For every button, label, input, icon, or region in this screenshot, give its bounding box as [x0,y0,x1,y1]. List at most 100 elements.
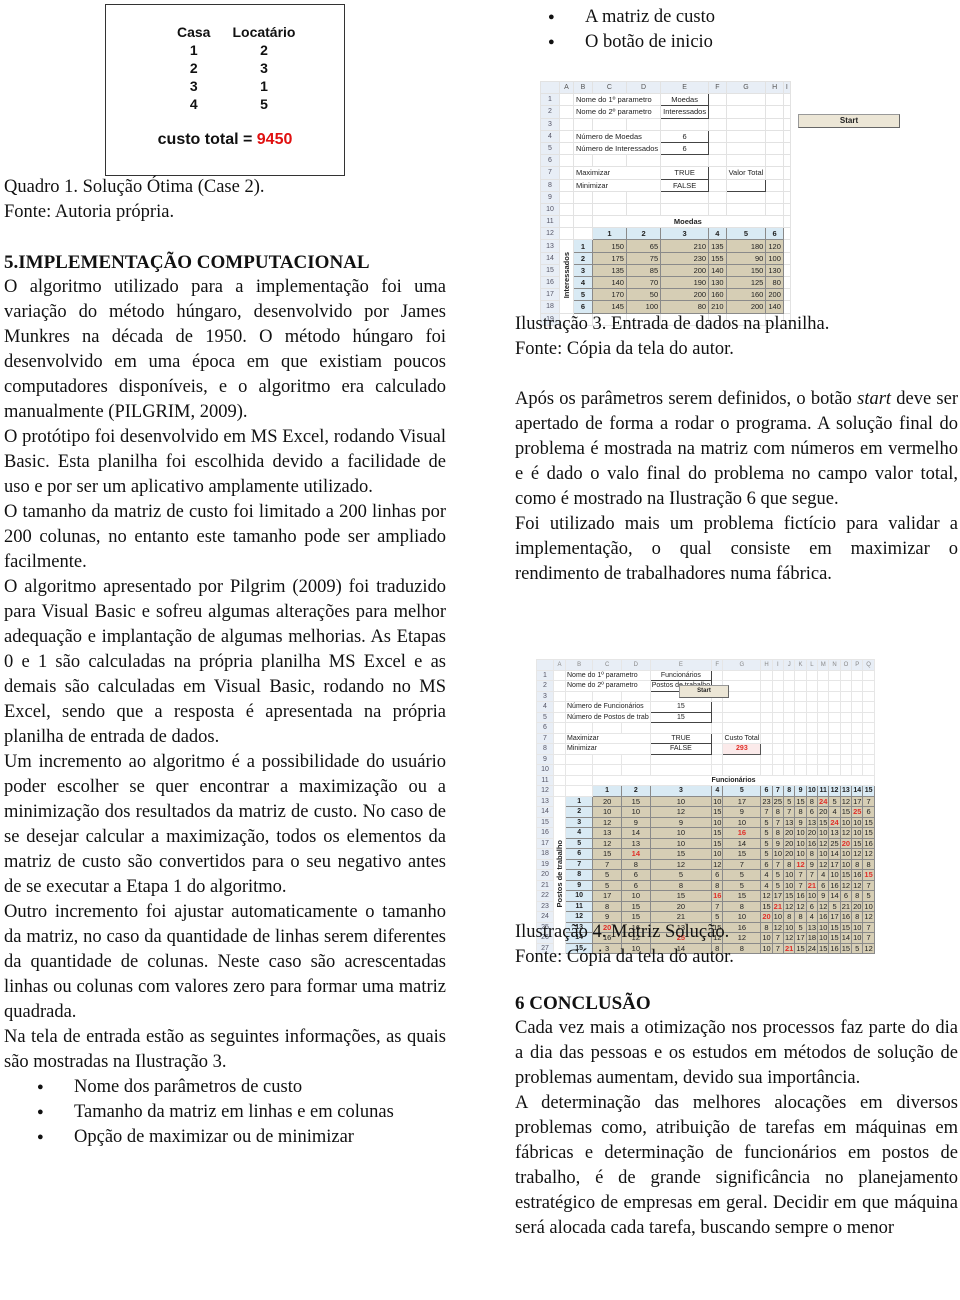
matrix-cell[interactable]: 20 [783,848,796,860]
row-header[interactable]: 14 [540,251,560,265]
cell[interactable] [817,753,830,765]
matrix-cell[interactable]: 5 [783,795,796,807]
matrix-cell[interactable]: 8 [649,879,713,891]
cell[interactable] [862,753,875,765]
cell[interactable] [782,166,791,180]
matrix-cell[interactable]: 5 [722,869,762,881]
matrix-cell[interactable]: 7 [760,806,773,818]
select-all-corner[interactable] [536,659,554,671]
cell[interactable] [722,753,762,765]
cell[interactable] [760,753,773,765]
row-header[interactable]: 16 [540,275,560,290]
matrix-cell[interactable]: 15 [722,848,762,860]
matrix-cell-selected[interactable]: 15 [862,869,875,881]
count2-value[interactable]: 15 [649,711,713,723]
matrix-cell[interactable]: 15 [839,869,853,881]
matrix-cell[interactable]: 9 [805,858,819,870]
row-header[interactable]: 3 [540,117,560,131]
cell[interactable] [851,743,864,755]
matrix-cell[interactable]: 7 [805,869,819,881]
cell[interactable] [765,141,784,156]
matrix-cell[interactable]: 20 [783,837,796,849]
row-header[interactable]: 9 [540,190,560,204]
matrix-cell[interactable]: 6 [620,879,651,891]
cell[interactable] [839,722,853,734]
cell[interactable] [862,764,875,776]
matrix-cell[interactable]: 6 [862,806,875,818]
row-header[interactable]: 7 [536,732,554,744]
matrix-cell[interactable]: 10 [817,848,830,860]
count2-value[interactable]: 6 [660,141,710,156]
matrix-cell[interactable]: 100 [765,251,784,265]
matrix-cell[interactable]: 12 [817,900,830,912]
matrix-cell[interactable]: 10 [862,900,875,912]
cell[interactable] [592,722,622,734]
matrix-cell[interactable]: 13 [783,816,796,828]
matrix-cell[interactable]: 15 [722,890,762,902]
column-header[interactable]: P [851,659,864,671]
row-header[interactable]: 4 [540,129,560,143]
cell[interactable] [805,669,819,681]
matrix-cell[interactable]: 135 [708,239,727,253]
cell[interactable] [564,774,594,786]
row-header[interactable]: 8 [536,743,554,755]
cell[interactable] [794,743,807,755]
matrix-cell[interactable]: 7 [771,816,785,828]
cell[interactable] [553,774,566,786]
matrix-cell[interactable]: 5 [722,879,762,891]
column-header[interactable]: Q [862,659,875,671]
matrix-cell[interactable]: 80 [765,275,784,290]
matrix-cell[interactable]: 5 [760,816,773,828]
cell[interactable] [839,669,853,681]
matrix-cell[interactable]: 130 [708,275,727,290]
matrix-cell[interactable]: 17 [828,858,841,870]
matrix-cell[interactable]: 7 [711,900,724,912]
matrix-cell[interactable]: 15 [620,795,651,807]
matrix-cell[interactable]: 8 [805,848,819,860]
cell[interactable] [828,711,841,723]
matrix-cell[interactable]: 15 [817,816,830,828]
matrix-cell[interactable]: 14 [828,848,841,860]
matrix-cell[interactable]: 15 [711,806,724,818]
matrix-cell[interactable]: 12 [839,795,853,807]
row-header[interactable]: 7 [540,166,560,180]
cell[interactable] [711,753,724,765]
matrix-cell[interactable]: 12 [851,879,864,891]
matrix-cell[interactable]: 10 [722,816,762,828]
row-header[interactable]: 5 [536,711,554,723]
row-header[interactable]: 4 [536,701,554,713]
cell[interactable] [711,764,724,776]
cell[interactable] [817,690,830,702]
row-header[interactable]: 5 [540,141,560,156]
matrix-cell-selected[interactable]: 25 [851,806,864,818]
matrix-cell[interactable]: 16 [828,879,841,891]
row-header[interactable]: 1 [536,669,554,681]
matrix-cell[interactable]: 12 [592,816,622,828]
matrix-cell[interactable]: 200 [660,263,710,278]
cell[interactable] [708,93,727,107]
matrix-cell[interactable]: 210 [660,239,710,253]
matrix-cell[interactable]: 10 [794,848,807,860]
matrix-cell[interactable]: 15 [711,837,724,849]
matrix-cell-selected[interactable]: 20 [839,837,853,849]
cell[interactable] [564,753,594,765]
matrix-cell[interactable]: 10 [711,795,724,807]
cell[interactable] [771,669,785,681]
cell[interactable] [783,690,796,702]
row-header[interactable]: 15 [540,263,560,278]
matrix-cell[interactable]: 4 [828,806,841,818]
cell[interactable] [573,202,593,217]
matrix-cell[interactable]: 160 [725,288,767,302]
column-header[interactable]: J [783,659,796,671]
cell[interactable] [564,785,594,797]
cell[interactable] [828,701,841,713]
cell[interactable] [591,154,627,168]
row-header[interactable]: 17 [536,837,554,849]
cell[interactable] [559,202,574,217]
cell[interactable] [649,764,713,776]
cell[interactable] [782,215,791,229]
matrix-cell[interactable]: 7 [794,869,807,881]
cell[interactable] [782,93,791,107]
matrix-cell[interactable]: 14 [828,890,841,902]
cell[interactable] [660,190,710,204]
